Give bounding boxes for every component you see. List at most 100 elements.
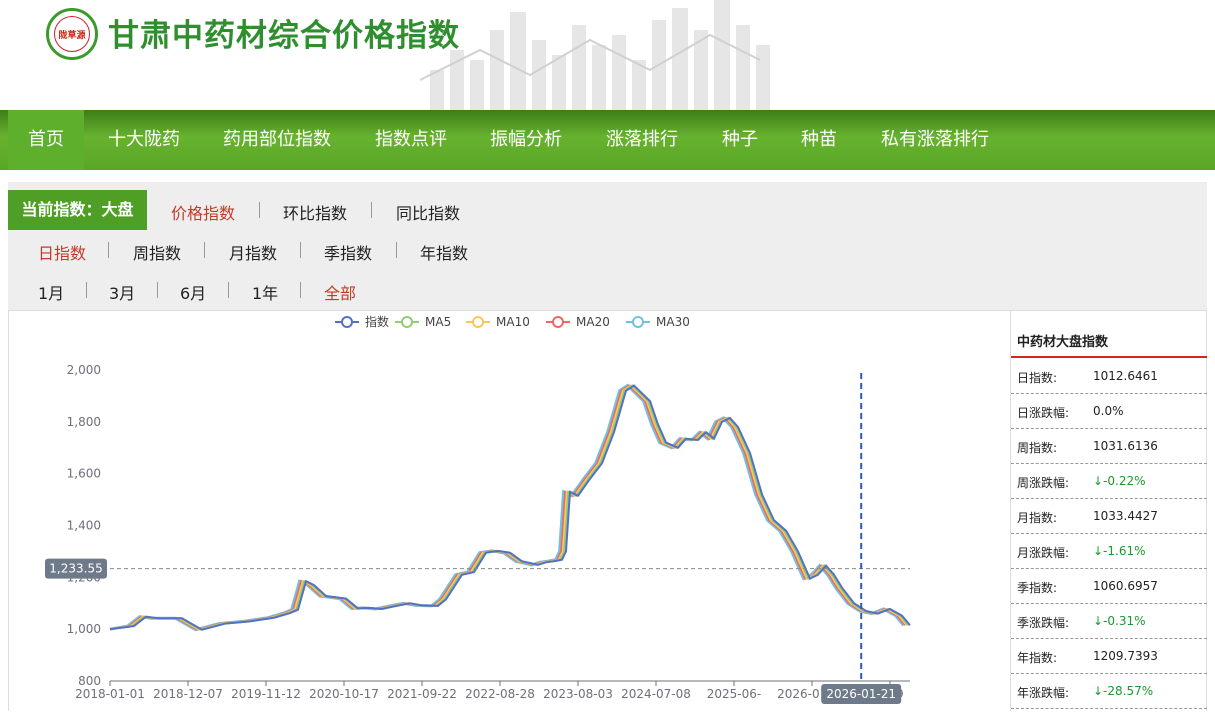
legend-label-MA30: MA30 bbox=[656, 315, 690, 329]
series-line-MA10 bbox=[109, 384, 908, 631]
divider bbox=[157, 282, 158, 298]
option-yoy-index[interactable]: 同比指数 bbox=[396, 200, 460, 224]
summary-value: 1209.7393 bbox=[1093, 649, 1158, 663]
summary-key: 日指数: bbox=[1017, 371, 1058, 385]
current-index-label: 当前指数：大盘 bbox=[8, 190, 147, 230]
summary-key: 季涨跌幅: bbox=[1017, 616, 1070, 630]
site-title: 甘肃中药材综合价格指数 bbox=[108, 18, 460, 54]
summary-value: 1012.6461 bbox=[1093, 369, 1158, 383]
summary-key: 月涨跌幅: bbox=[1017, 546, 1070, 560]
summary-row: 日指数: 1012.6461 bbox=[1011, 358, 1207, 394]
divider bbox=[396, 242, 397, 258]
y-tick-label: 2,000 bbox=[67, 363, 101, 377]
option-quarterly[interactable]: 季指数 bbox=[324, 240, 372, 264]
site-logo[interactable]: 陇草源 bbox=[46, 8, 98, 60]
summary-value: 1031.6136 bbox=[1093, 439, 1158, 453]
legend-label-MA10: MA10 bbox=[496, 315, 530, 329]
divider bbox=[259, 202, 260, 218]
series-line-MA5 bbox=[109, 384, 910, 631]
option-range-3m[interactable]: 3月 bbox=[109, 280, 135, 304]
summary-row: 月指数: 1033.4427 bbox=[1011, 498, 1207, 534]
divider bbox=[108, 242, 109, 258]
x-tick-label: 2023-08-03 bbox=[543, 687, 613, 701]
legend-label-指数: 指数 bbox=[365, 314, 389, 329]
y-tick-label: 800 bbox=[78, 674, 101, 688]
series-line-MA20 bbox=[109, 384, 906, 631]
divider bbox=[204, 242, 205, 258]
option-mom-index[interactable]: 环比指数 bbox=[283, 200, 347, 224]
summary-key: 周涨跌幅: bbox=[1017, 476, 1070, 490]
filter-panel: 当前指数：大盘 价格指数 环比指数 同比指数 日指数 周指数 月指数 季指数 年… bbox=[8, 182, 1207, 310]
option-yearly[interactable]: 年指数 bbox=[420, 240, 468, 264]
chart-canvas[interactable]: 8001,0001,2001,4001,6001,8002,0002018-01… bbox=[9, 311, 1010, 712]
summary-row: 月涨跌幅: ↓-1.61% bbox=[1011, 533, 1207, 569]
summary-row: 季指数: 1060.6957 bbox=[1011, 568, 1207, 604]
nav-item-part-index[interactable]: 药用部位指数 bbox=[223, 110, 331, 170]
y-tick-label: 1,800 bbox=[67, 415, 101, 429]
summary-value: 1033.4427 bbox=[1093, 509, 1158, 523]
series-line-MA30 bbox=[109, 383, 905, 632]
nav-item-private-ranking[interactable]: 私有涨落排行 bbox=[881, 110, 989, 170]
nav-item-ranking[interactable]: 涨落排行 bbox=[606, 110, 678, 170]
divider bbox=[300, 242, 301, 258]
x-tick-label: 2021-09-22 bbox=[387, 687, 457, 701]
option-monthly[interactable]: 月指数 bbox=[229, 240, 277, 264]
x-tick-label: 2019-11-12 bbox=[231, 687, 301, 701]
summary-value: ↓-1.61% bbox=[1093, 544, 1146, 558]
nav-item-seedlings[interactable]: 种苗 bbox=[801, 110, 837, 170]
summary-value: ↓-28.57% bbox=[1093, 684, 1154, 698]
y-tick-label: 1,600 bbox=[67, 467, 101, 481]
option-range-1y[interactable]: 1年 bbox=[252, 280, 278, 304]
site-header: 陇草源 甘肃中药材综合价格指数 bbox=[0, 0, 1215, 110]
nav-item-home[interactable]: 首页 bbox=[8, 110, 84, 170]
legend-label-MA20: MA20 bbox=[576, 315, 610, 329]
x-tick-label: 2018-12-07 bbox=[153, 687, 223, 701]
divider bbox=[300, 282, 301, 298]
nav-item-seeds[interactable]: 种子 bbox=[722, 110, 758, 170]
summary-key: 季指数: bbox=[1017, 581, 1058, 595]
summary-value: ↓-0.22% bbox=[1093, 474, 1146, 488]
legend-marker-MA10 bbox=[472, 316, 484, 328]
divider bbox=[86, 282, 87, 298]
summary-row: 年指数: 1209.7393 bbox=[1011, 638, 1207, 674]
nav-item-top-ten[interactable]: 十大陇药 bbox=[108, 110, 180, 170]
header-bars-decoration bbox=[420, 0, 770, 110]
summary-row: 日涨跌幅: 0.0% bbox=[1011, 393, 1207, 429]
option-weekly[interactable]: 周指数 bbox=[133, 240, 181, 264]
legend-label-MA5: MA5 bbox=[425, 315, 451, 329]
summary-row: 季涨跌幅: ↓-0.31% bbox=[1011, 603, 1207, 639]
nav-item-amplitude[interactable]: 振幅分析 bbox=[490, 110, 562, 170]
summary-key: 年指数: bbox=[1017, 651, 1058, 665]
summary-key: 周指数: bbox=[1017, 441, 1058, 455]
y-tick-label: 1,000 bbox=[67, 622, 101, 636]
divider bbox=[371, 202, 372, 218]
x-tick-label: 2024-07-08 bbox=[621, 687, 691, 701]
option-range-6m[interactable]: 6月 bbox=[180, 280, 206, 304]
summary-key: 年涨跌幅: bbox=[1017, 686, 1070, 700]
logo-text: 陇草源 bbox=[54, 16, 90, 52]
summary-row: 周涨跌幅: ↓-0.22% bbox=[1011, 463, 1207, 499]
x-tick-label: 2018-01-01 bbox=[75, 687, 145, 701]
series-line-指数 bbox=[109, 384, 911, 631]
divider bbox=[228, 282, 229, 298]
crosshair-y-label: 1,233.55 bbox=[49, 562, 102, 576]
option-daily[interactable]: 日指数 bbox=[38, 240, 86, 264]
legend-marker-指数 bbox=[341, 316, 353, 328]
option-range-all[interactable]: 全部 bbox=[324, 280, 356, 304]
legend-marker-MA5 bbox=[401, 316, 413, 328]
option-price-index[interactable]: 价格指数 bbox=[171, 200, 235, 224]
crosshair-x-label: 2026-01-21 bbox=[826, 687, 896, 701]
x-tick-label: 2020-10-17 bbox=[309, 687, 379, 701]
summary-title: 中药材大盘指数 bbox=[1017, 335, 1109, 350]
legend-marker-MA20 bbox=[552, 316, 564, 328]
summary-row: 年涨跌幅: ↓-28.57% bbox=[1011, 673, 1207, 709]
summary-key: 日涨跌幅: bbox=[1017, 406, 1070, 420]
x-tick-label: 2022-08-28 bbox=[465, 687, 535, 701]
nav-item-commentary[interactable]: 指数点评 bbox=[375, 110, 447, 170]
index-summary-panel: 中药材大盘指数 日指数: 1012.6461 日涨跌幅: 0.0% 周指数: 1031.6… bbox=[1011, 310, 1207, 711]
legend-marker-MA30 bbox=[632, 316, 644, 328]
index-chart[interactable]: 8001,0001,2001,4001,6001,8002,0002018-01… bbox=[8, 310, 1011, 711]
option-range-1m[interactable]: 1月 bbox=[38, 280, 64, 304]
main-nav: 首页 十大陇药 药用部位指数 指数点评 振幅分析 涨落排行 种子 种苗 私有涨落… bbox=[0, 110, 1215, 170]
summary-row: 周指数: 1031.6136 bbox=[1011, 428, 1207, 464]
